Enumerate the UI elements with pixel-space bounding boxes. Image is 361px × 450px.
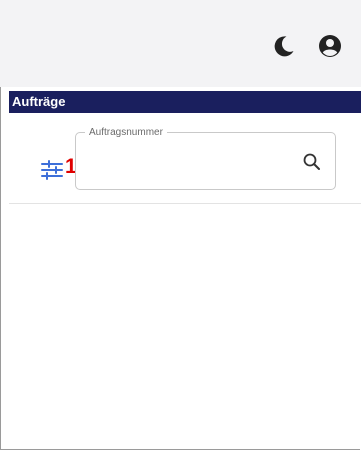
moon-icon[interactable] bbox=[271, 33, 297, 59]
order-number-field[interactable]: Auftragsnummer bbox=[75, 126, 336, 190]
section-title: Aufträge bbox=[12, 94, 66, 109]
search-icon[interactable] bbox=[302, 152, 322, 172]
user-circle-icon[interactable] bbox=[317, 33, 343, 59]
filter-bar: 1. Auftragsnummer bbox=[9, 113, 361, 204]
order-number-input[interactable] bbox=[88, 147, 292, 177]
section-header: Aufträge bbox=[9, 91, 361, 113]
order-number-label: Auftragsnummer bbox=[85, 126, 167, 139]
top-app-bar bbox=[0, 0, 361, 87]
sliders-icon[interactable] bbox=[39, 157, 65, 183]
